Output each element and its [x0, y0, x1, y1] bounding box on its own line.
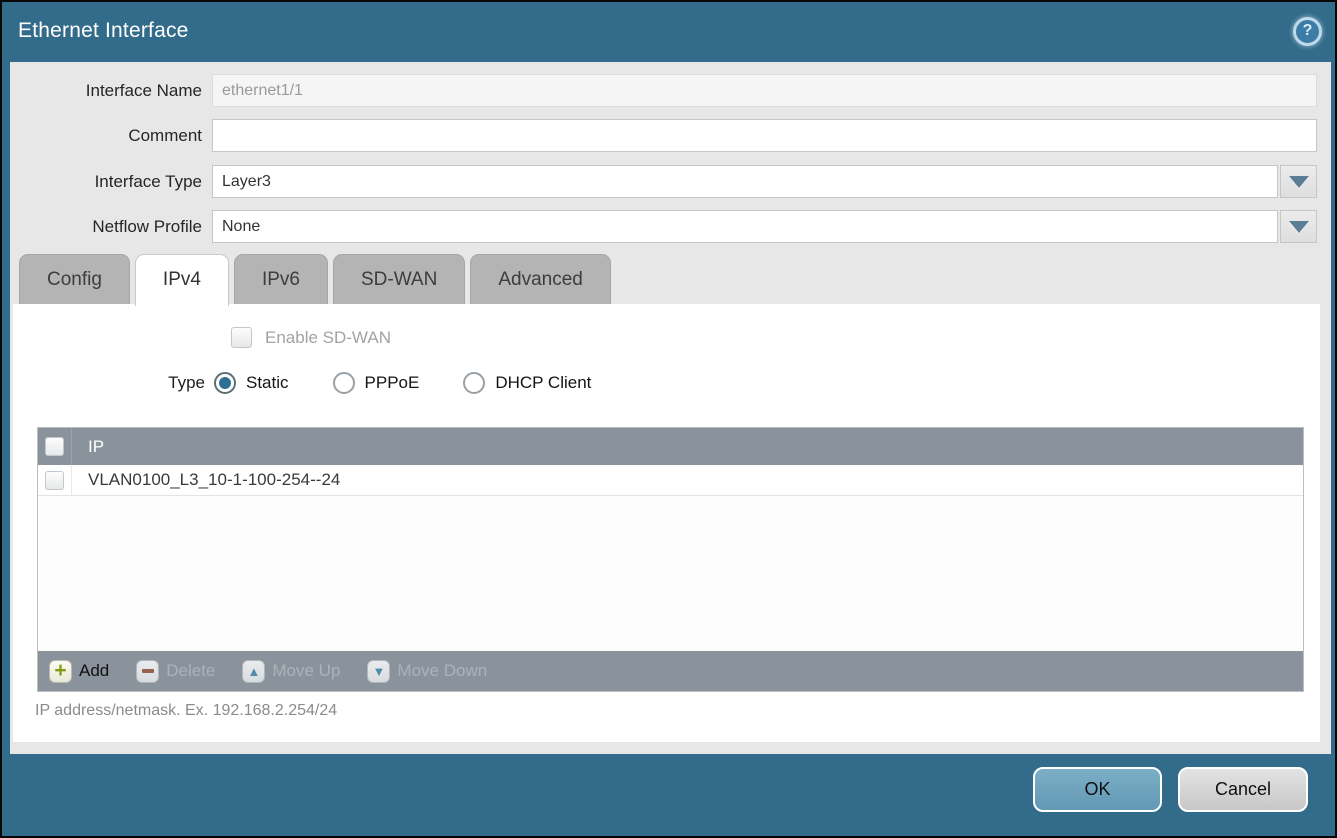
ip-table-header: IP	[38, 428, 1303, 465]
tab-sdwan[interactable]: SD-WAN	[333, 254, 465, 304]
enable-sdwan-row: Enable SD-WAN	[231, 327, 391, 348]
interface-name-label: Interface Name	[10, 81, 212, 101]
minus-icon	[136, 660, 159, 683]
comment-label: Comment	[10, 126, 212, 146]
help-icon[interactable]: ?	[1293, 17, 1322, 46]
interface-name-field	[212, 74, 1317, 107]
radio-pppoe-label: PPPoE	[365, 373, 420, 393]
tab-config[interactable]: Config	[19, 254, 130, 304]
select-all-checkbox[interactable]	[45, 437, 64, 456]
ip-column-header: IP	[72, 437, 104, 457]
radio-static[interactable]: Static	[214, 372, 289, 394]
table-row[interactable]: VLAN0100_L3_10-1-100-254--24	[38, 465, 1303, 496]
chevron-down-icon	[1289, 221, 1309, 233]
add-button-label: Add	[79, 661, 109, 681]
arrow-up-icon: ▲	[242, 660, 265, 683]
netflow-profile-row: Netflow Profile	[10, 210, 1317, 243]
radio-dhcp-client[interactable]: DHCP Client	[463, 372, 591, 394]
move-up-button: ▲ Move Up	[242, 660, 340, 683]
type-label: Type	[13, 373, 214, 393]
radio-button-icon	[214, 372, 236, 394]
delete-button: Delete	[136, 660, 215, 683]
netflow-profile-field[interactable]	[212, 210, 1278, 243]
comment-field[interactable]	[212, 119, 1317, 152]
ethernet-interface-dialog: Ethernet Interface ? Interface Name Comm…	[0, 0, 1337, 838]
radio-button-icon	[463, 372, 485, 394]
move-up-button-label: Move Up	[272, 661, 340, 681]
delete-button-label: Delete	[166, 661, 215, 681]
move-down-button-label: Move Down	[397, 661, 487, 681]
plus-icon: +	[49, 660, 72, 683]
ipv4-tab-panel: Enable SD-WAN Type Static PPPoE DHCP Cli…	[13, 304, 1320, 742]
ok-button[interactable]: OK	[1033, 767, 1162, 812]
radio-button-icon	[333, 372, 355, 394]
table-empty-area	[38, 496, 1303, 651]
tab-ipv6[interactable]: IPv6	[234, 254, 328, 304]
type-radio-row: Type Static PPPoE DHCP Client	[13, 368, 635, 398]
dialog-content: Interface Name Comment Interface Type	[10, 62, 1331, 754]
cancel-button[interactable]: Cancel	[1178, 767, 1308, 812]
comment-row: Comment	[10, 119, 1317, 152]
radio-static-label: Static	[246, 373, 289, 393]
interface-type-field[interactable]	[212, 165, 1278, 198]
table-toolbar: + Add Delete ▲ Move Up ▼ Move Down	[38, 651, 1303, 691]
radio-pppoe[interactable]: PPPoE	[333, 372, 420, 394]
tab-ipv4[interactable]: IPv4	[135, 254, 229, 306]
interface-type-row: Interface Type	[10, 165, 1317, 198]
interface-type-dropdown-button[interactable]	[1280, 165, 1317, 198]
tab-advanced[interactable]: Advanced	[470, 254, 611, 304]
arrow-down-icon: ▼	[367, 660, 390, 683]
interface-name-row: Interface Name	[10, 74, 1317, 107]
tab-bar: Config IPv4 IPv6 SD-WAN Advanced	[19, 254, 611, 305]
enable-sdwan-checkbox	[231, 327, 252, 348]
dialog-title: Ethernet Interface	[18, 19, 189, 43]
dialog-titlebar: Ethernet Interface ?	[2, 2, 1335, 60]
ip-format-hint: IP address/netmask. Ex. 192.168.2.254/24	[35, 702, 337, 720]
netflow-profile-label: Netflow Profile	[10, 217, 212, 237]
interface-type-label: Interface Type	[10, 172, 212, 192]
add-button[interactable]: + Add	[49, 660, 109, 683]
enable-sdwan-label: Enable SD-WAN	[265, 328, 391, 348]
radio-dhcp-client-label: DHCP Client	[495, 373, 591, 393]
row-checkbox[interactable]	[45, 471, 64, 490]
ip-row-value: VLAN0100_L3_10-1-100-254--24	[72, 470, 340, 490]
move-down-button: ▼ Move Down	[367, 660, 487, 683]
ip-table: IP VLAN0100_L3_10-1-100-254--24 + Add	[37, 427, 1304, 692]
netflow-profile-dropdown-button[interactable]	[1280, 210, 1317, 243]
chevron-down-icon	[1289, 176, 1309, 188]
